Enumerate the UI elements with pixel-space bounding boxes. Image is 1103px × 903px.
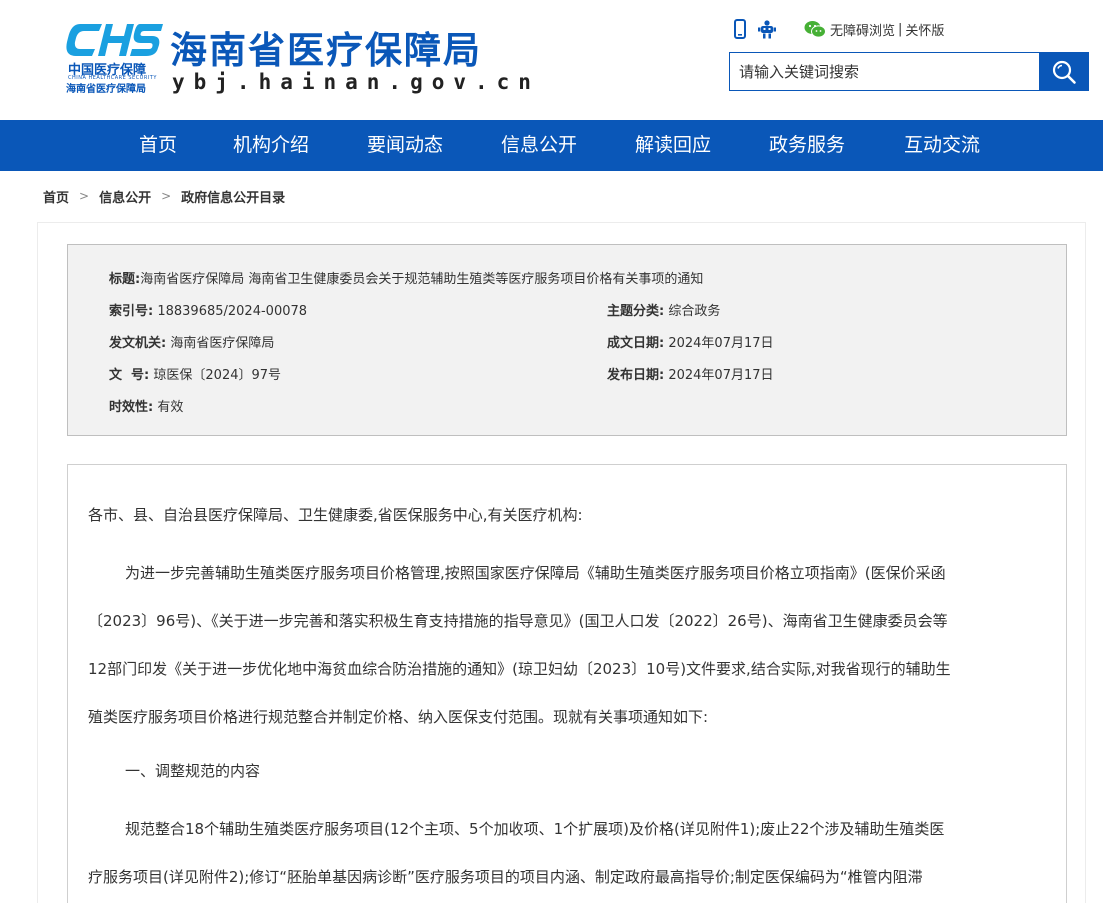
paragraph-line: 12部门印发《关于进一步优化地中海贫血综合防治措施的通知》(琼卫妇幼〔2023〕… bbox=[88, 660, 951, 678]
chs-logo-mark bbox=[66, 24, 163, 56]
info-published-label: 发布日期: bbox=[607, 368, 665, 383]
info-docno-row: 文 号: 琼医保〔2024〕97号 bbox=[109, 364, 281, 383]
header-toolbar: 无障碍浏览 | 关怀版 bbox=[732, 18, 944, 40]
paragraph-line: 〔2023〕96号)、《关于进一步完善和落实积极生育支持措施的指导意见》(国卫人… bbox=[88, 612, 948, 630]
info-title-value: 海南省医疗保障局 海南省卫生健康委员会关于规范辅助生殖类等医疗服务项目价格有关事… bbox=[140, 272, 704, 287]
info-title-label: 标题: bbox=[109, 272, 141, 287]
info-index-value: 18839685/2024-00078 bbox=[157, 304, 308, 319]
nav-item-interpretation[interactable]: 解读回应 bbox=[635, 120, 711, 171]
article-salutation: 各市、县、自治县医疗保障局、卫生健康委,省医保服务中心,有关医疗机构: bbox=[88, 506, 583, 524]
breadcrumb: 首页 > 信息公开 > 政府信息公开目录 bbox=[43, 186, 285, 206]
accessibility-robot-icon[interactable] bbox=[758, 19, 776, 39]
breadcrumb-separator: > bbox=[79, 189, 90, 203]
search-box bbox=[729, 52, 1089, 91]
info-issuer-value: 海南省医疗保障局 bbox=[170, 336, 275, 351]
document-info-panel: 标题:海南省医疗保障局 海南省卫生健康委员会关于规范辅助生殖类等医疗服务项目价格… bbox=[67, 244, 1067, 436]
article-heading-1: 一、调整规范的内容 bbox=[125, 762, 261, 780]
info-created-label: 成文日期: bbox=[607, 336, 665, 351]
info-docno-label: 文 号: bbox=[109, 368, 150, 383]
search-input[interactable] bbox=[729, 52, 1041, 91]
info-published-value: 2024年07月17日 bbox=[668, 368, 774, 383]
nav-item-disclosure[interactable]: 信息公开 bbox=[501, 120, 577, 171]
toolbar-separator: | bbox=[898, 21, 903, 37]
wechat-icon[interactable] bbox=[804, 20, 826, 38]
nav-item-interaction[interactable]: 互动交流 bbox=[904, 120, 980, 171]
article-paragraph-2: 规范整合18个辅助生殖类医疗服务项目(12个主项、5个加收项、1个扩展项)及价格… bbox=[88, 805, 1048, 901]
nav-item-home[interactable]: 首页 bbox=[139, 120, 177, 171]
paragraph-line: 为进一步完善辅助生殖类医疗服务项目价格管理,按照国家医疗保障局《辅助生殖类医疗服… bbox=[125, 564, 946, 582]
info-created-value: 2024年07月17日 bbox=[668, 336, 774, 351]
breadcrumb-home[interactable]: 首页 bbox=[43, 187, 69, 206]
nav-item-services[interactable]: 政务服务 bbox=[769, 120, 845, 171]
site-title: 海南省医疗保障局 bbox=[170, 29, 482, 72]
site-domain: ybj.hainan.gov.cn bbox=[172, 70, 540, 94]
main-nav: 首页 机构介绍 要闻动态 信息公开 解读回应 政务服务 互动交流 bbox=[0, 120, 1103, 171]
search-button[interactable] bbox=[1039, 52, 1089, 91]
logo-org-local: 海南省医疗保障局 bbox=[66, 84, 146, 95]
article-body: 各市、县、自治县医疗保障局、卫生健康委,省医保服务中心,有关医疗机构: 为进一步… bbox=[67, 464, 1067, 903]
paragraph-line: 殖类医疗服务项目价格进行规范整合并制定价格、纳入医保支付范围。现就有关事项通知如… bbox=[88, 708, 709, 726]
care-mode-link[interactable]: 关怀版 bbox=[905, 20, 944, 39]
site-logo[interactable]: 中国医疗保障 CHINA HEALTHCARE SECURITY 海南省医疗保障… bbox=[66, 22, 531, 98]
info-index-label: 索引号: bbox=[109, 304, 154, 319]
info-topic-row: 主题分类: 综合政务 bbox=[607, 300, 720, 319]
info-validity-value: 有效 bbox=[157, 400, 184, 415]
breadcrumb-catalog[interactable]: 政府信息公开目录 bbox=[181, 187, 285, 206]
site-header: 中国医疗保障 CHINA HEALTHCARE SECURITY 海南省医疗保障… bbox=[0, 0, 1103, 120]
accessible-browse-link[interactable]: 无障碍浏览 bbox=[830, 20, 895, 39]
info-validity-row: 时效性: 有效 bbox=[109, 396, 183, 415]
info-published-row: 发布日期: 2024年07月17日 bbox=[607, 364, 774, 383]
info-topic-value: 综合政务 bbox=[668, 304, 721, 319]
mobile-phone-icon[interactable] bbox=[732, 19, 748, 39]
info-docno-value: 琼医保〔2024〕97号 bbox=[153, 368, 282, 383]
breadcrumb-disclosure[interactable]: 信息公开 bbox=[99, 187, 151, 206]
info-title-row: 标题:海南省医疗保障局 海南省卫生健康委员会关于规范辅助生殖类等医疗服务项目价格… bbox=[109, 268, 703, 287]
info-issuer-label: 发文机关: bbox=[109, 336, 167, 351]
article-paragraph-1: 为进一步完善辅助生殖类医疗服务项目价格管理,按照国家医疗保障局《辅助生殖类医疗服… bbox=[88, 549, 1048, 741]
info-created-row: 成文日期: 2024年07月17日 bbox=[607, 332, 774, 351]
info-topic-label: 主题分类: bbox=[607, 304, 665, 319]
breadcrumb-separator: > bbox=[161, 189, 172, 203]
info-issuer-row: 发文机关: 海南省医疗保障局 bbox=[109, 332, 274, 351]
paragraph-line: 疗服务项目(详见附件2);修订“胚胎单基因病诊断”医疗服务项目的项目内涵、制定政… bbox=[88, 868, 923, 886]
nav-item-about[interactable]: 机构介绍 bbox=[233, 120, 309, 171]
info-validity-label: 时效性: bbox=[109, 400, 154, 415]
nav-item-news[interactable]: 要闻动态 bbox=[367, 120, 443, 171]
info-index-row: 索引号: 18839685/2024-00078 bbox=[109, 300, 307, 319]
paragraph-line: 规范整合18个辅助生殖类医疗服务项目(12个主项、5个加收项、1个扩展项)及价格… bbox=[125, 820, 945, 838]
search-icon bbox=[1052, 60, 1076, 84]
